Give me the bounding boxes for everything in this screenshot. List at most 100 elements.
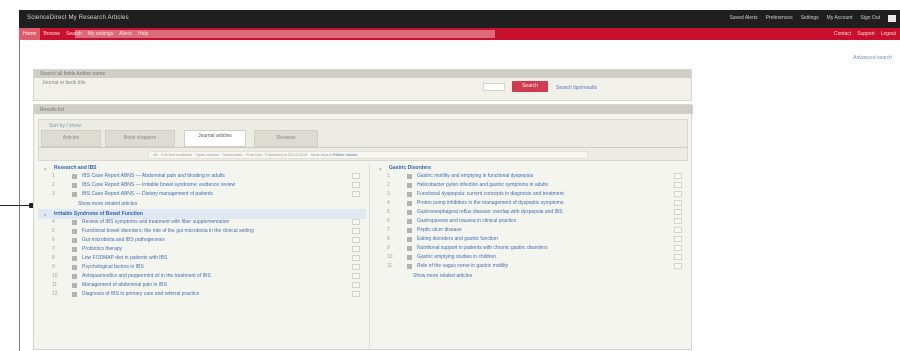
list-item-link[interactable]: Psychological factors in IBS — [82, 264, 144, 270]
checkbox-icon[interactable] — [352, 237, 360, 243]
search-button[interactable]: Search — [512, 81, 548, 92]
tab-reviews[interactable]: Reviews — [254, 130, 318, 147]
list-item-link[interactable]: Gastroesophageal reflux disease: overlap… — [417, 209, 563, 215]
nav-item-search[interactable]: Search — [63, 31, 85, 37]
list-item-link[interactable]: Antispasmodics and peppermint oil in the… — [82, 273, 211, 279]
list-item-link[interactable]: Gastroparesis and nausea in clinical pra… — [417, 218, 516, 224]
list-item-link[interactable]: Functional bowel disorders: the role of … — [82, 228, 254, 234]
list-item-link[interactable]: IBS Case Report ABNS — Dietary managemen… — [82, 191, 213, 197]
list-item-link[interactable]: Helicobacter pylori infection and gastri… — [417, 182, 548, 188]
checkbox-icon[interactable] — [674, 236, 682, 242]
expand-triangle-icon[interactable]: ▾ — [379, 165, 385, 173]
checkbox-icon[interactable] — [352, 228, 360, 234]
show-more-link[interactable]: Show more related articles — [373, 272, 688, 281]
checkbox-icon[interactable] — [674, 227, 682, 233]
checkbox-icon[interactable] — [674, 209, 682, 215]
checkbox-icon[interactable] — [674, 263, 682, 269]
checkbox-icon[interactable] — [674, 173, 682, 179]
list-item[interactable]: 11 Management of abdominal pain in IBS — [38, 282, 366, 291]
list-item[interactable]: 10 Gastric emptying studies in children — [373, 254, 688, 263]
list-item[interactable]: 12 Diagnosis of IBS in primary care and r… — [38, 291, 366, 300]
checkbox-icon[interactable] — [674, 254, 682, 260]
filter-bar[interactable]: All · Full text available · Open access … — [148, 151, 588, 159]
list-item[interactable]: 10 Antispasmodics and peppermint oil in t… — [38, 273, 366, 282]
list-item[interactable]: 6 Gastroparesis and nausea in clinical pr… — [373, 218, 688, 227]
top-link-0[interactable]: Saved Alerts — [730, 15, 758, 22]
list-item[interactable]: 1 Gastric motility and emptying in functi… — [373, 173, 688, 182]
search-input[interactable] — [483, 83, 505, 91]
top-link-2[interactable]: Settings — [801, 15, 819, 22]
tab-journal-articles[interactable]: Journal articles — [184, 130, 246, 147]
list-item[interactable]: 8 Eating disorders and gastric function — [373, 236, 688, 245]
list-item-link[interactable]: Nutritional support in patients with chr… — [417, 245, 548, 251]
section-heading[interactable]: ▾ Gastric Disorders — [373, 163, 688, 173]
refine-results-link[interactable]: Refine results — [333, 152, 357, 157]
list-item-link[interactable]: Functional dyspepsia: current concepts i… — [417, 191, 564, 197]
checkbox-icon[interactable] — [352, 219, 360, 225]
list-item-link[interactable]: Management of abdominal pain in IBS — [82, 282, 167, 288]
nav-item-home[interactable]: Home — [19, 28, 41, 40]
nav-item-browse[interactable]: Browse — [40, 31, 63, 37]
list-item-link[interactable]: Diagnosis of IBS in primary care and ref… — [82, 291, 199, 297]
nav-item-settings[interactable]: My settings — [85, 31, 116, 37]
checkbox-icon[interactable] — [674, 182, 682, 188]
list-item-link[interactable]: Eating disorders and gastric function — [417, 236, 498, 242]
list-item-link[interactable]: IBS Case Report ABNS — Abdominal pain an… — [82, 173, 225, 179]
tab-articles[interactable]: Articles — [41, 130, 101, 147]
checkbox-icon[interactable] — [352, 182, 360, 188]
list-item[interactable]: 8 Low FODMAP diet in patients with IBS — [38, 255, 366, 264]
list-item-link[interactable]: Review of IBS symptoms and treatment wit… — [82, 219, 229, 225]
expand-triangle-icon[interactable]: ▾ — [44, 165, 50, 173]
nav-right-link-2[interactable]: Logout — [881, 31, 896, 37]
list-item[interactable]: 7 Probiotics therapy — [38, 246, 366, 255]
top-link-4[interactable]: Sign Out — [861, 15, 880, 22]
list-item[interactable]: 5 Functional bowel disorders: the role of… — [38, 228, 366, 237]
show-more-link[interactable]: Show more related articles — [38, 200, 366, 209]
checkbox-icon[interactable] — [674, 218, 682, 224]
list-item[interactable]: 2 IBS Case Report ABNS — Irritable bowel … — [38, 182, 366, 191]
list-item-link[interactable]: Probiotics therapy — [82, 246, 122, 252]
user-icon[interactable] — [888, 15, 896, 22]
list-item-link[interactable]: Proton pump inhibitors in the management… — [417, 200, 563, 206]
nav-item-help[interactable]: Help — [135, 31, 151, 37]
search-help-link[interactable]: Search tips/results — [556, 85, 597, 91]
list-item-link[interactable]: Peptic ulcer disease — [417, 227, 462, 233]
list-item-link[interactable]: IBS Case Report ABNS — Irritable bowel s… — [82, 182, 235, 188]
list-item[interactable]: 9 Nutritional support in patients with ch… — [373, 245, 688, 254]
list-item[interactable]: 2 Helicobacter pylori infection and gastr… — [373, 182, 688, 191]
nav-right-link-0[interactable]: Contact — [834, 31, 851, 37]
checkbox-icon[interactable] — [674, 191, 682, 197]
list-item-link[interactable]: Gastric motility and emptying in functio… — [417, 173, 533, 179]
checkbox-icon[interactable] — [352, 264, 360, 270]
checkbox-icon[interactable] — [674, 200, 682, 206]
list-item[interactable]: 6 Gut microbiota and IBS pathogenesis — [38, 237, 366, 246]
section-heading[interactable]: ▾ Irritable Syndrome of Bowel Function — [38, 209, 366, 219]
checkbox-icon[interactable] — [352, 246, 360, 252]
list-item[interactable]: 4 Proton pump inhibitors in the managemen… — [373, 200, 688, 209]
expand-triangle-icon[interactable]: ▾ — [44, 211, 50, 219]
advanced-search-link[interactable]: Advanced search — [853, 55, 892, 61]
list-item[interactable]: 4 Review of IBS symptoms and treatment wi… — [38, 219, 366, 228]
list-item[interactable]: 3 Functional dyspepsia: current concepts … — [373, 191, 688, 200]
list-item[interactable]: 5 Gastroesophageal reflux disease: overla… — [373, 209, 688, 218]
brand-title[interactable]: ScienceDirect My Research Articles — [27, 15, 129, 21]
top-link-3[interactable]: My Account — [827, 15, 853, 22]
checkbox-icon[interactable] — [352, 273, 360, 279]
list-item[interactable]: 3 IBS Case Report ABNS — Dietary manageme… — [38, 191, 366, 200]
checkbox-icon[interactable] — [352, 291, 360, 297]
section-heading[interactable]: ▾ Research and IBS — [38, 163, 366, 173]
list-item-link[interactable]: Gut microbiota and IBS pathogenesis — [82, 237, 165, 243]
top-link-1[interactable]: Preferences — [766, 15, 793, 22]
nav-right-link-1[interactable]: Support — [857, 31, 875, 37]
list-item-link[interactable]: Role of the vagus nerve in gastric motil… — [417, 263, 508, 269]
list-item[interactable]: 11 Role of the vagus nerve in gastric mot… — [373, 263, 688, 272]
tab-book-chapters[interactable]: Book chapters — [105, 130, 175, 147]
nav-item-alerts[interactable]: Alerts — [116, 31, 135, 37]
checkbox-icon[interactable] — [352, 191, 360, 197]
checkbox-icon[interactable] — [352, 282, 360, 288]
checkbox-icon[interactable] — [352, 173, 360, 179]
list-item-link[interactable]: Low FODMAP diet in patients with IBS — [82, 255, 167, 261]
checkbox-icon[interactable] — [674, 245, 682, 251]
list-item-link[interactable]: Gastric emptying studies in children — [417, 254, 496, 260]
list-item[interactable]: 1 IBS Case Report ABNS — Abdominal pain a… — [38, 173, 366, 182]
